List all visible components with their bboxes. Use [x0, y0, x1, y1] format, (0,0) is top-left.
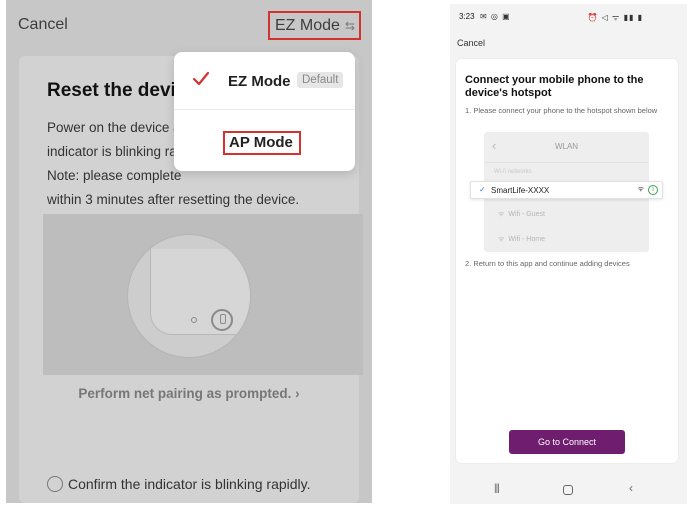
menu-item-ez-mode[interactable]: EZ Mode Default — [174, 52, 355, 110]
reset-desc-line: within 3 minutes after resetting the dev… — [47, 192, 300, 207]
android-nav-bar: ||| ‹ — [450, 480, 687, 500]
radio-button[interactable] — [47, 476, 63, 492]
wifi-icon: ᯤ — [498, 236, 505, 243]
hotspot-name: SmartLife-XXXX — [491, 186, 550, 195]
wlan-title: WLAN — [554, 142, 579, 151]
step-1-text: 1. Please connect your phone to the hots… — [465, 106, 658, 115]
menu-item-ap-mode[interactable]: AP Mode — [174, 112, 355, 170]
home-icon[interactable] — [563, 485, 573, 495]
step-2-text: 2. Return to this app and continue addin… — [465, 259, 630, 268]
back-icon[interactable]: ‹ — [629, 481, 633, 495]
info-icon: i — [648, 185, 658, 195]
confirm-label: Confirm the indicator is blinking rapidl… — [68, 476, 311, 492]
mode-selector-label: EZ Mode — [275, 16, 340, 34]
divider — [484, 162, 649, 163]
device-zoom-circle — [127, 234, 251, 358]
status-bar: 3:23 ✉ ◎ ▣ ⏰ ◁ ᯤ ▮▮ ▮ — [450, 4, 687, 26]
screenshot-stage: Cancel EZ Mode ⇆ Reset the devic Power o… — [0, 0, 691, 511]
wifi-network-item: ᯤ Wifi - Guest — [498, 210, 545, 219]
hotspot-card: Connect your mobile phone to the device'… — [456, 59, 678, 463]
wifi-icon: ᯤ — [637, 186, 644, 193]
power-icon — [211, 309, 233, 331]
wifi-icon: ᯤ — [498, 211, 505, 218]
left-phone-screen: Cancel EZ Mode ⇆ Reset the devic Power o… — [6, 0, 372, 503]
mode-dropdown-menu: EZ Mode Default AP Mode — [174, 52, 355, 171]
ez-mode-label: EZ Mode — [228, 73, 291, 90]
page-title: Connect your mobile phone to the device'… — [465, 74, 644, 99]
net-pairing-link[interactable]: Perform net pairing as prompted. › — [6, 386, 372, 401]
led-indicator-icon — [191, 317, 197, 323]
status-time: 3:23 — [459, 12, 475, 21]
notification-icons: ✉ ◎ ▣ — [480, 12, 511, 21]
cancel-button[interactable]: Cancel — [18, 16, 68, 34]
swap-icon: ⇆ — [344, 18, 355, 33]
check-icon: ✓ — [479, 185, 486, 194]
confirm-indicator-option[interactable]: Confirm the indicator is blinking rapidl… — [47, 476, 311, 492]
wlan-subtitle: Wi-fi networks — [494, 169, 532, 175]
system-status-icons: ⏰ ◁ ᯤ ▮▮ ▮ — [587, 13, 643, 22]
right-phone-screen: 3:23 ✉ ◎ ▣ ⏰ ◁ ᯤ ▮▮ ▮ Cancel Connect you… — [450, 4, 687, 504]
wifi-network-name: Wifi - Guest — [508, 211, 545, 218]
mode-selector-button[interactable]: EZ Mode ⇆ — [268, 11, 361, 40]
hotspot-network-item: ✓ SmartLife-XXXX ᯤ i — [470, 181, 663, 199]
go-to-connect-button[interactable]: Go to Connect — [509, 430, 625, 454]
device-panel — [150, 249, 250, 335]
recents-icon[interactable]: ||| — [494, 483, 500, 494]
default-badge: Default — [297, 72, 344, 88]
check-icon — [192, 71, 210, 86]
reset-title: Reset the devic — [47, 80, 187, 101]
cancel-button[interactable]: Cancel — [457, 38, 485, 48]
wifi-network-name: Wifi - Home — [508, 236, 545, 243]
wifi-network-item: ᯤ Wifi - Home — [498, 235, 545, 244]
ap-mode-label: AP Mode — [229, 134, 293, 151]
device-illustration — [43, 214, 363, 375]
